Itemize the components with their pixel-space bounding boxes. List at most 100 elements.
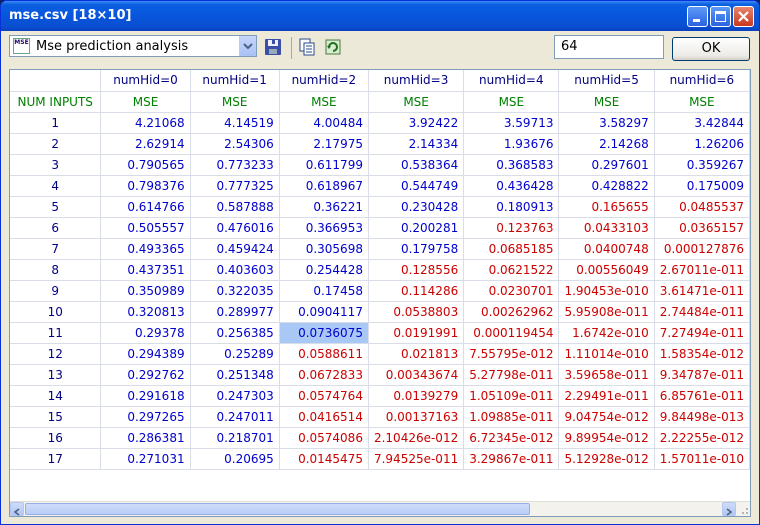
data-cell[interactable]: 0.614766: [100, 196, 191, 218]
data-cell[interactable]: 0.021813: [368, 343, 465, 365]
data-cell[interactable]: 0.0621522: [463, 259, 560, 281]
data-cell[interactable]: 0.289977: [190, 301, 280, 323]
data-cell[interactable]: 6.72345e-012: [463, 427, 560, 449]
row-header[interactable]: 6: [10, 217, 102, 239]
data-cell[interactable]: 0.175009: [654, 175, 750, 197]
data-cell[interactable]: 0.493365: [100, 238, 191, 260]
data-cell[interactable]: 0.291618: [100, 385, 191, 407]
scroll-right-button[interactable]: [722, 502, 736, 516]
row-header[interactable]: 14: [10, 385, 102, 407]
data-cell[interactable]: 0.29378: [100, 322, 191, 344]
data-cell[interactable]: 1.6742e-010: [558, 322, 655, 344]
row-header[interactable]: 16: [10, 427, 102, 449]
data-cell[interactable]: 0.000127876: [654, 238, 750, 260]
data-cell[interactable]: 0.297601: [558, 154, 655, 176]
row-header[interactable]: 7: [10, 238, 102, 260]
data-cell[interactable]: 0.403603: [190, 259, 280, 281]
title-bar[interactable]: mse.csv [18×10]: [1, 1, 759, 31]
data-cell[interactable]: 0.0191991: [368, 322, 465, 344]
data-cell[interactable]: 0.359267: [654, 154, 750, 176]
data-cell[interactable]: 0.544749: [368, 175, 465, 197]
data-cell[interactable]: 2.14268: [558, 133, 655, 155]
row-header[interactable]: 12: [10, 343, 102, 365]
data-cell[interactable]: 1.58354e-012: [654, 343, 750, 365]
data-grid[interactable]: numHid=0 numHid=1 numHid=2 numHid=3 numHid=4…: [9, 69, 751, 517]
data-cell[interactable]: 0.322035: [190, 280, 280, 302]
data-cell[interactable]: 0.0400748: [558, 238, 655, 260]
close-button[interactable]: [733, 6, 754, 27]
data-cell[interactable]: 9.04754e-012: [558, 406, 655, 428]
data-cell[interactable]: 0.25289: [190, 343, 280, 365]
data-cell[interactable]: 2.62914: [100, 133, 191, 155]
data-cell[interactable]: 1.26206: [654, 133, 750, 155]
data-cell[interactable]: 0.0904117: [279, 301, 369, 323]
row-header[interactable]: 1: [10, 112, 102, 134]
data-cell[interactable]: 0.505557: [100, 217, 191, 239]
data-cell[interactable]: 7.55795e-012: [463, 343, 560, 365]
data-cell[interactable]: 3.92422: [368, 112, 465, 134]
scroll-left-button[interactable]: [10, 502, 24, 516]
data-cell[interactable]: 0.254428: [279, 259, 369, 281]
data-cell[interactable]: 0.350989: [100, 280, 191, 302]
data-cell[interactable]: 4.14519: [190, 112, 280, 134]
data-cell[interactable]: 0.587888: [190, 196, 280, 218]
column-header[interactable]: numHid=6: [654, 70, 750, 92]
row-header[interactable]: 10: [10, 301, 102, 323]
data-cell[interactable]: 2.10426e-012: [368, 427, 465, 449]
data-cell[interactable]: 0.247303: [190, 385, 280, 407]
data-cell[interactable]: 0.00343674: [368, 364, 465, 386]
row-header[interactable]: 11: [10, 322, 102, 344]
data-cell[interactable]: 4.21068: [100, 112, 191, 134]
data-cell[interactable]: 1.09885e-011: [463, 406, 560, 428]
data-cell[interactable]: 0.180913: [463, 196, 560, 218]
ok-button[interactable]: OK: [672, 37, 750, 61]
data-cell[interactable]: 0.305698: [279, 238, 369, 260]
data-cell[interactable]: 0.0139279: [368, 385, 465, 407]
row-header[interactable]: 15: [10, 406, 102, 428]
data-cell[interactable]: 9.89954e-012: [558, 427, 655, 449]
data-cell[interactable]: 0.0685185: [463, 238, 560, 260]
data-cell[interactable]: 7.94525e-011: [368, 448, 465, 470]
row-header[interactable]: 4: [10, 175, 102, 197]
row-header[interactable]: 9: [10, 280, 102, 302]
data-cell[interactable]: 0.777325: [190, 175, 280, 197]
data-cell[interactable]: 0.165655: [558, 196, 655, 218]
data-cell[interactable]: 0.218701: [190, 427, 280, 449]
resize-grip-icon[interactable]: [736, 502, 750, 516]
data-cell[interactable]: 1.57011e-010: [654, 448, 750, 470]
column-header[interactable]: numHid=1: [190, 70, 280, 92]
data-cell[interactable]: 3.29867e-011: [463, 448, 560, 470]
data-cell[interactable]: 0.294389: [100, 343, 191, 365]
data-cell[interactable]: 5.12928e-012: [558, 448, 655, 470]
data-cell[interactable]: 0.17458: [279, 280, 369, 302]
data-cell[interactable]: 4.00484: [279, 112, 369, 134]
data-cell[interactable]: 0.200281: [368, 217, 465, 239]
data-cell[interactable]: 0.437351: [100, 259, 191, 281]
refresh-table-icon[interactable]: [323, 37, 343, 57]
scrollbar-thumb[interactable]: [25, 503, 530, 515]
row-header[interactable]: 8: [10, 259, 102, 281]
minimize-button[interactable]: [687, 6, 708, 27]
horizontal-scrollbar[interactable]: [10, 501, 750, 516]
data-cell[interactable]: 0.798376: [100, 175, 191, 197]
data-cell[interactable]: 0.179758: [368, 238, 465, 260]
data-cell[interactable]: 0.297265: [100, 406, 191, 428]
data-cell[interactable]: 7.27494e-011: [654, 322, 750, 344]
data-cell[interactable]: 0.286381: [100, 427, 191, 449]
data-cell[interactable]: 0.251348: [190, 364, 280, 386]
data-cell[interactable]: 0.0230701: [463, 280, 560, 302]
data-cell[interactable]: 0.538364: [368, 154, 465, 176]
data-cell[interactable]: 6.85761e-011: [654, 385, 750, 407]
row-header[interactable]: 2: [10, 133, 102, 155]
data-cell[interactable]: 0.320813: [100, 301, 191, 323]
data-cell[interactable]: 0.366953: [279, 217, 369, 239]
column-header[interactable]: numHid=3: [368, 70, 465, 92]
save-icon[interactable]: [263, 37, 283, 57]
data-cell[interactable]: 2.14334: [368, 133, 465, 155]
column-header[interactable]: numHid=5: [558, 70, 655, 92]
data-cell[interactable]: 0.00262962: [463, 301, 560, 323]
data-cell[interactable]: 9.34787e-011: [654, 364, 750, 386]
row-header[interactable]: 17: [10, 448, 102, 470]
data-cell[interactable]: 0.368583: [463, 154, 560, 176]
data-cell[interactable]: 2.74484e-011: [654, 301, 750, 323]
